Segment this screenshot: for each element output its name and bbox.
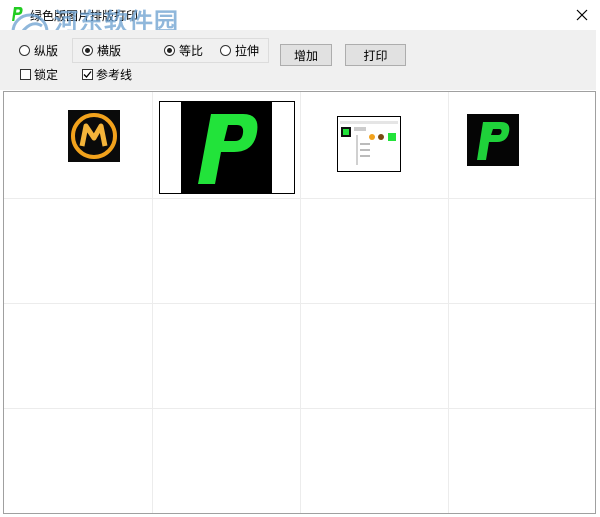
guides-checkbox-label: 参考线 [96,68,133,82]
green-p-logo-icon [181,102,272,193]
radio-portrait-indicator [19,45,30,56]
radio-landscape-label: 横版 [97,44,122,58]
grid-image-2-selected[interactable] [159,101,295,194]
layout-grid[interactable] [3,91,596,514]
radio-landscape[interactable]: 横版 [82,42,121,59]
app-screenshot-thumbnail [338,117,400,171]
radio-portrait[interactable]: 纵版 [19,42,58,59]
radio-proportional-label: 等比 [179,44,204,58]
radio-stretch[interactable]: 拉伸 [220,42,259,59]
grid-row-divider [4,408,595,409]
grid-row-divider [4,303,595,304]
window-title: 绿色版图片排版打印 [30,9,139,23]
radio-landscape-indicator [82,45,93,56]
radio-stretch-indicator [220,45,231,56]
grid-row-divider [4,198,595,199]
close-button[interactable] [570,3,594,27]
toolbar: 纵版 横版 等比 拉伸 锁定 参考线 增加 打印 [0,30,600,90]
grid-image-1[interactable] [68,110,120,162]
radio-portrait-label: 纵版 [34,44,59,58]
add-button[interactable]: 增加 [280,44,332,66]
lock-checkbox[interactable]: 锁定 [20,66,58,83]
grid-image-3[interactable] [337,116,401,172]
green-p-icon [12,7,23,21]
close-icon [576,9,588,21]
lock-checkbox-label: 锁定 [34,68,59,82]
radio-proportional[interactable]: 等比 [164,42,203,59]
checkmark-icon [83,71,92,78]
window-right-edge [596,0,600,517]
orange-m-logo-icon [68,110,120,162]
lock-checkbox-box [20,69,31,80]
guides-checkbox-box [82,69,93,80]
title-bar: 绿色版图片排版打印 [0,0,600,30]
radio-proportional-indicator [164,45,175,56]
grid-image-4[interactable] [467,114,519,166]
green-p-pixel-icon [467,114,519,166]
print-button[interactable]: 打印 [345,44,406,66]
radio-stretch-label: 拉伸 [235,44,260,58]
guides-checkbox[interactable]: 参考线 [82,66,132,83]
